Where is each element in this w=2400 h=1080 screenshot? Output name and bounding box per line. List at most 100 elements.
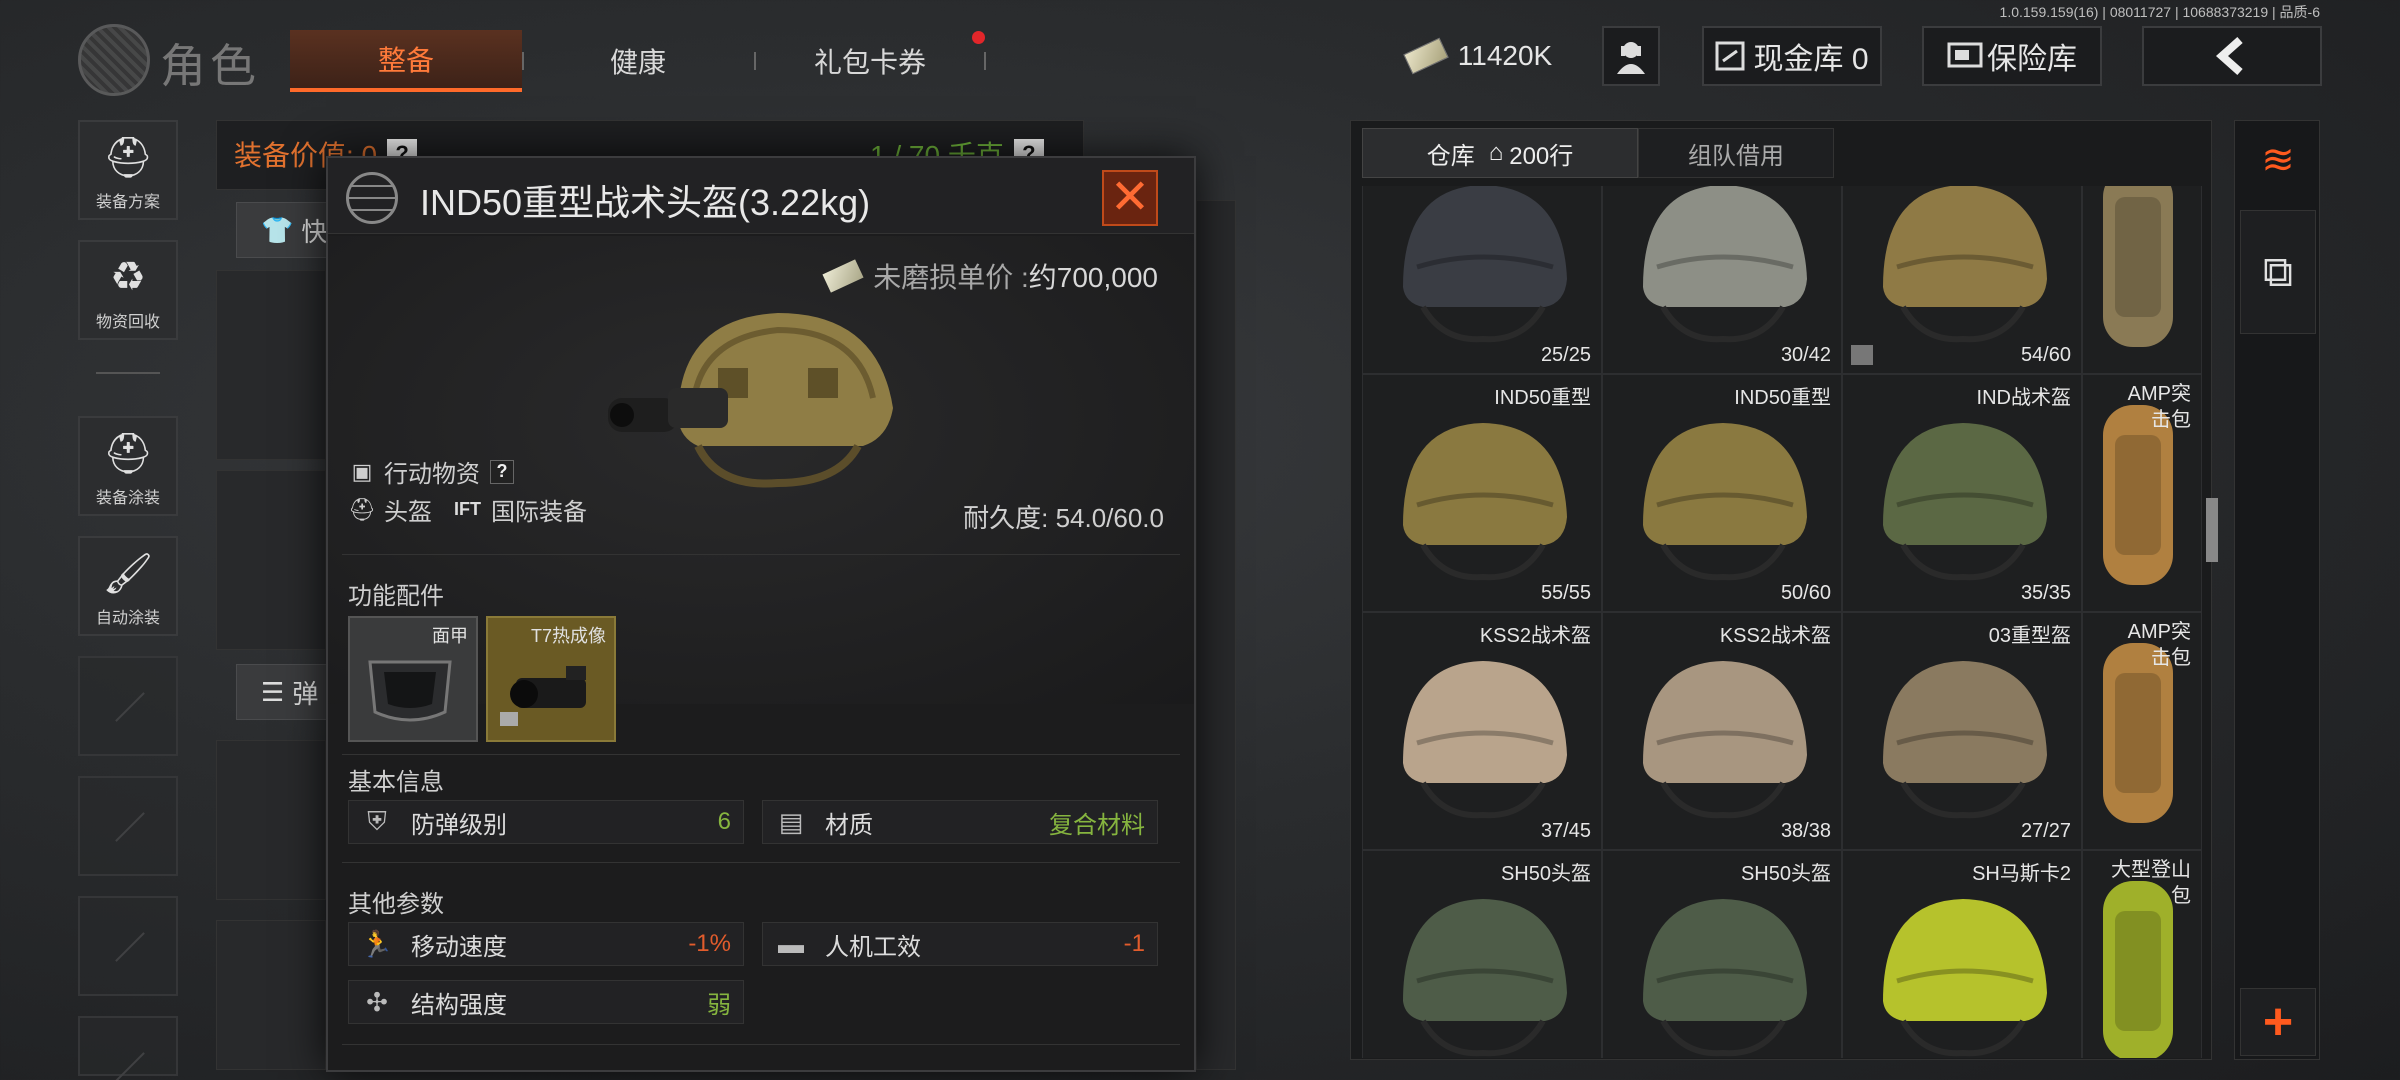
stat-armor-class: ⛨ 防弹级别 6	[348, 800, 744, 844]
tab-loadout[interactable]: 整备	[290, 30, 522, 92]
stat-label: 防弹级别	[411, 811, 507, 839]
warehouse-grid: 25/25 30/42 54/60 IND50重型 55/55 IND50重型 50/60 I…	[1362, 186, 2202, 1058]
sidebar-item-paint[interactable]: ⛑ 装备涂装	[78, 416, 178, 516]
equipment-slot[interactable]	[1196, 200, 1236, 1070]
attachments-title: 功能配件	[348, 583, 444, 610]
shield-icon: ⛨	[367, 806, 387, 836]
sidebar-item-label: 物资回收	[95, 314, 160, 331]
tab-gift-pack[interactable]: 礼包卡券	[754, 30, 986, 92]
pistol-icon: ▬	[778, 928, 804, 959]
insurance-vault-button[interactable]: 保险库	[1922, 26, 2102, 86]
tab-team-borrow[interactable]: 组队借用	[1638, 128, 1834, 178]
inventory-item[interactable]: 25/25	[1362, 186, 1602, 374]
tab-health[interactable]: 健康	[522, 30, 754, 92]
equipment-slot[interactable]	[216, 740, 326, 900]
helmet-icon	[1883, 899, 2047, 1057]
sidebar-item-loadout-plan[interactable]: ⛑ 装备方案	[78, 120, 178, 220]
inventory-item[interactable]: IND50重型 55/55	[1362, 374, 1602, 612]
cash-vault-button[interactable]: 现金库 0	[1702, 26, 1882, 86]
inventory-item[interactable]	[2082, 186, 2202, 374]
stat-value: -1%	[688, 930, 731, 957]
sidebar-item-label: 自动涂装	[95, 610, 160, 627]
inventory-item[interactable]: AMP突击包	[2082, 612, 2202, 850]
backpack-icon	[2103, 186, 2173, 347]
equipment-slot[interactable]	[216, 920, 326, 1070]
inventory-item[interactable]: SH马斯卡2	[1842, 850, 2082, 1058]
sidebar-divider	[96, 372, 160, 374]
back-button[interactable]	[2142, 26, 2322, 86]
tab-warehouse[interactable]: 仓库 ⌂ 200行	[1362, 128, 1638, 178]
paint-icon: ⛑	[102, 431, 154, 476]
box-icon: ▣	[351, 458, 373, 484]
inventory-item[interactable]: IND50重型 50/60	[1602, 374, 1842, 612]
money-value: 11420K	[1457, 40, 1553, 71]
item-category-label: 行动物资	[384, 461, 480, 488]
item-durability: 27/27	[2020, 820, 2071, 842]
item-name: SH50头盔	[1740, 863, 1831, 885]
cash-icon	[1402, 37, 1449, 75]
attachment-face-shield[interactable]: 面甲	[348, 616, 478, 742]
inventory-item[interactable]: IND战术盔 35/35	[1842, 374, 2082, 612]
home-icon: ⌂	[1488, 139, 1504, 166]
money-display: 11420K	[1398, 26, 1560, 86]
divider	[342, 862, 1180, 863]
inventory-item[interactable]: KSS2战术盔 37/45	[1362, 612, 1602, 850]
tab-warehouse-label: 仓库	[1426, 142, 1475, 170]
attachment-t7-thermal[interactable]: T7热成像	[486, 616, 616, 742]
inventory-item[interactable]: AMP突击包	[2082, 374, 2202, 612]
warehouse-scrollbar[interactable]	[2206, 498, 2218, 562]
price-value: 约700,000	[1028, 262, 1158, 293]
inventory-item[interactable]: KSS2战术盔 38/38	[1602, 612, 1842, 850]
sort-stack-icon: ≋	[2261, 138, 2295, 182]
plus-icon: +	[2262, 993, 2294, 1051]
auto-stack-button[interactable]: ⧉	[2240, 210, 2316, 334]
layers-icon: ⧉	[2263, 247, 2293, 295]
sidebar-item-recycle[interactable]: ♻ 物资回收	[78, 240, 178, 340]
warehouse-rows: 200行	[1509, 142, 1574, 170]
chevron-left-icon	[2215, 37, 2243, 75]
ammo-label: 弹	[292, 678, 319, 709]
divider	[342, 754, 1180, 755]
sidebar-item-auto-paint[interactable]: 🖌 自动涂装	[78, 536, 178, 636]
divider	[342, 554, 1180, 555]
add-row-button[interactable]: +	[2240, 988, 2316, 1056]
stat-move-speed: 🏃 移动速度 -1%	[348, 922, 744, 966]
stat-label: 结构强度	[411, 991, 507, 1019]
inventory-item[interactable]: 54/60	[1842, 186, 2082, 374]
sidebar-item-label: 装备方案	[95, 194, 160, 211]
helmet-icon	[1883, 186, 2047, 343]
equipment-slot[interactable]	[216, 470, 326, 650]
stat-value: 弱	[707, 991, 731, 1019]
loadout-plan-icon: ⛑	[102, 135, 154, 180]
item-durability: 54/60	[2020, 344, 2071, 366]
stat-label: 人机工效	[825, 933, 921, 961]
item-type-row: ⛑ 头盔 IFT 国际装备	[348, 492, 587, 527]
item-name: AMP突击包	[2127, 383, 2191, 431]
inventory-item[interactable]: SH50头盔	[1362, 850, 1602, 1058]
basic-info-title: 基本信息	[348, 769, 444, 796]
sidebar-empty-slot	[78, 896, 178, 996]
inventory-item[interactable]: 大型登山包	[2082, 850, 2202, 1058]
equipment-slot[interactable]	[216, 270, 326, 460]
material-icon: ▤	[778, 806, 804, 837]
item-name: IND50重型	[1734, 387, 1831, 409]
inventory-item[interactable]: SH50头盔	[1602, 850, 1842, 1058]
help-icon[interactable]: ?	[490, 459, 514, 484]
item-name: IND战术盔	[1976, 387, 2071, 409]
inventory-item[interactable]: 30/42	[1602, 186, 1842, 374]
warehouse-tabs: 仓库 ⌂ 200行 组队借用	[1362, 128, 1834, 178]
helmet-icon: ⛑	[348, 496, 376, 522]
inventory-item[interactable]: 03重型盔 27/27	[1842, 612, 2082, 850]
close-button[interactable]: ✕	[1102, 170, 1158, 226]
cash-vault-label: 现金库 0	[1753, 43, 1869, 76]
safe-icon	[1947, 42, 1983, 68]
sidebar-empty-slot	[78, 656, 178, 756]
item-durability: 30/42	[1780, 344, 1831, 366]
sidebar-empty-slot	[78, 1016, 178, 1076]
item-durability: 38/38	[1780, 820, 1831, 842]
support-button[interactable]	[1602, 26, 1660, 86]
helmet-icon	[1883, 661, 2047, 819]
stat-ergonomics: ▬ 人机工效 -1	[762, 922, 1158, 966]
stat-material: ▤ 材质 复合材料	[762, 800, 1158, 844]
sort-button[interactable]: ≋	[2240, 120, 2316, 200]
